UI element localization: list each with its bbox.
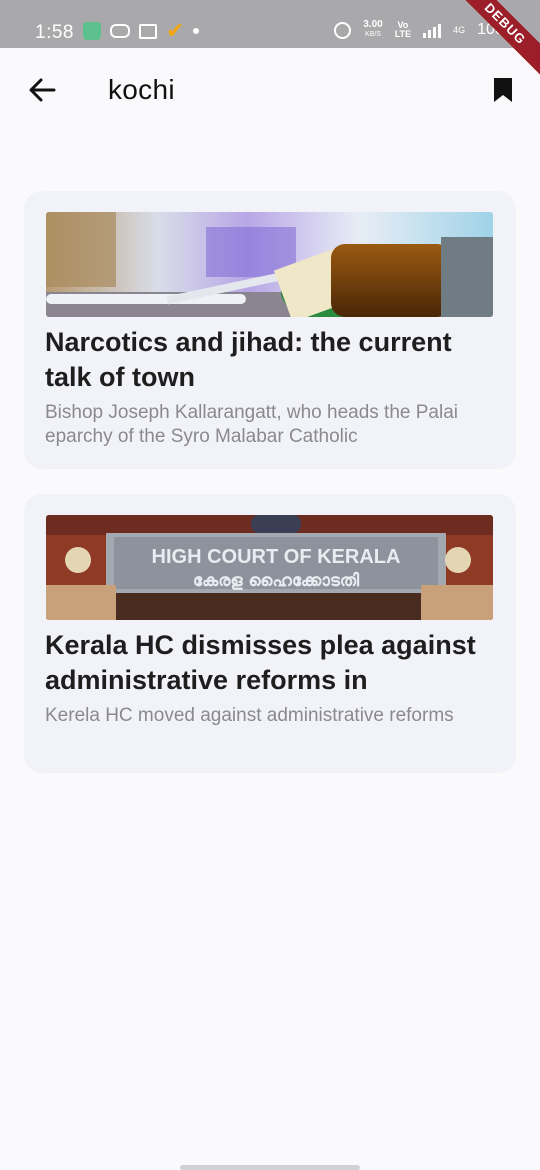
high-court-sign-malayalam: കേരള ഹൈക്കോടതി	[193, 571, 359, 591]
article-title: Kerala HC dismisses plea against adminis…	[45, 630, 476, 695]
status-time: 1:58	[35, 22, 74, 43]
article-image	[46, 212, 493, 317]
bookmark-icon	[494, 78, 512, 102]
article-image: HIGH COURT OF KERALA കേരള ഹൈക്കോടതി	[46, 515, 493, 620]
signal-icon	[423, 22, 442, 38]
alarm-icon	[334, 21, 352, 39]
network-speed: 3.00 KB/S	[363, 19, 383, 39]
article-card[interactable]: HIGH COURT OF KERALA കേരള ഹൈക്കോടതി Kera…	[24, 494, 516, 773]
notification-icons: ✔	[83, 18, 200, 43]
page-title: kochi	[108, 74, 175, 105]
app-bar: kochi	[0, 48, 540, 134]
more-dot-icon	[193, 28, 200, 34]
network-type: 4G	[453, 25, 466, 35]
article-description: Bishop Joseph Kallarangatt, who heads th…	[45, 402, 458, 447]
home-indicator[interactable]	[180, 1165, 360, 1170]
check-icon: ✔	[166, 18, 185, 43]
article-title: Narcotics and jihad: the current talk of…	[45, 327, 452, 392]
screen-icon	[139, 23, 157, 39]
status-bar: 1:58 ✔ 3.00KB/S VoLTE 4G 100%	[0, 0, 540, 48]
article-description: Kerela HC moved against administrative r…	[45, 705, 454, 726]
arrow-back-icon	[29, 78, 56, 102]
high-court-sign-text: HIGH COURT OF KERALA	[152, 546, 401, 568]
app-notification-icon	[83, 22, 101, 40]
article-card[interactable]: Narcotics and jihad: the current talk of…	[24, 191, 516, 469]
bookmark-button[interactable]	[488, 74, 518, 106]
gamepad-icon	[110, 24, 130, 38]
volte-icon: Vo LTE	[394, 20, 412, 39]
back-button[interactable]	[24, 74, 60, 106]
